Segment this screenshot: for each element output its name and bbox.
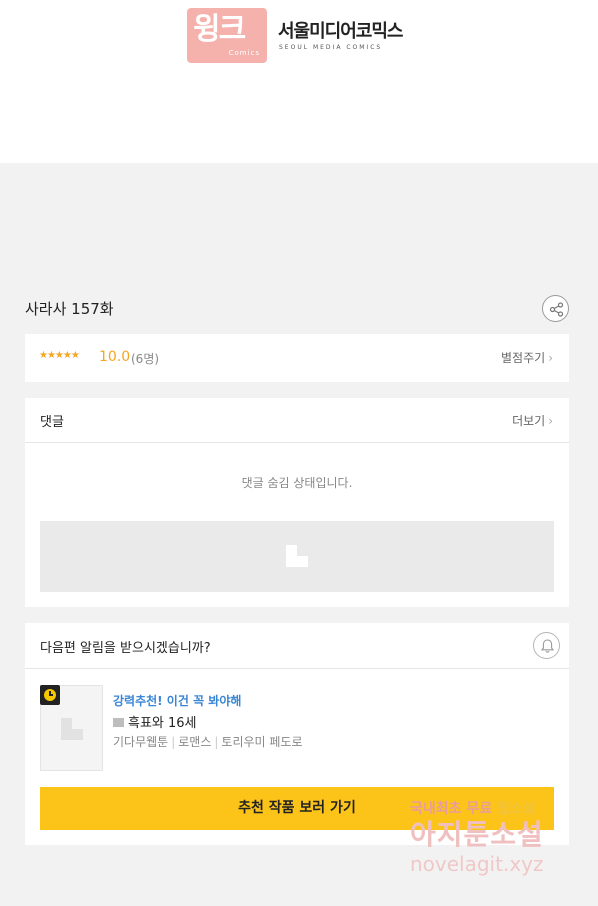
comment-placeholder <box>40 521 554 592</box>
comments-hidden-message: 댓글 숨김 상태입니다. <box>241 476 353 490</box>
notification-header: 다음편 알림을 받으시겠습니까? <box>25 623 569 669</box>
watermark-line1: 국내최초 무료 웹소설 <box>410 798 590 818</box>
rating-score: 10.0 <box>99 349 131 365</box>
wink-comics-logo: 윙크 Comics <box>187 8 267 63</box>
meta-author: 토리우미 페도로 <box>221 735 303 749</box>
watermark-line2: 아지툰소설 <box>410 818 544 851</box>
site-watermark: 국내최초 무료 웹소설 아지툰소설 novelagit.xyz <box>410 798 590 876</box>
comments-more-button[interactable]: 더보기 › <box>512 412 553 429</box>
recommended-work-meta: 기다무웹툰 | 로맨스 | 토리우미 페도로 <box>113 735 303 749</box>
comments-card: 댓글 더보기 › 댓글 숨김 상태입니다. <box>25 398 569 607</box>
seoul-media-comics-logo: 서울미디어코믹스 SEOUL MEDIA COMICS <box>278 20 423 51</box>
rate-button-label: 별점주기 <box>501 351 546 365</box>
watermark-line1b: 웹소설 <box>497 801 536 817</box>
publisher-logo-sub: SEOUL MEDIA COMICS <box>279 44 383 51</box>
notification-bell-button[interactable] <box>533 632 560 659</box>
image-placeholder-icon <box>61 718 83 740</box>
comments-more-label: 더보기 <box>512 414 546 428</box>
recommendation-tagline: 강력추천! 이건 꼭 봐야해 <box>113 694 242 708</box>
chevron-right-icon: › <box>548 351 553 365</box>
header-banner: 윙크 Comics 서울미디어코믹스 SEOUL MEDIA COMICS <box>0 0 598 163</box>
share-icon <box>549 302 564 317</box>
bell-icon <box>540 639 555 653</box>
recommended-work-title-row[interactable]: 흑표와 16세 <box>113 712 197 731</box>
wink-logo-sub: Comics <box>228 49 260 57</box>
rate-button[interactable]: 별점주기 › <box>501 349 553 366</box>
image-placeholder-icon <box>286 545 308 567</box>
wink-logo-text: 윙크 <box>193 12 246 47</box>
rating-stars: ★★★★★ <box>39 350 80 361</box>
rating-count: (6명) <box>131 352 160 366</box>
meta-genre: 로맨스 <box>178 735 212 749</box>
publisher-logo-text: 서울미디어코믹스 <box>278 21 403 42</box>
recommended-work-title: 흑표와 16세 <box>128 716 197 731</box>
share-button[interactable] <box>542 295 569 322</box>
watermark-line1a: 국내최초 무료 <box>410 801 498 817</box>
chevron-right-icon: › <box>548 414 553 428</box>
age-badge-icon <box>113 718 124 727</box>
watermark-line3: novelagit.xyz <box>410 852 544 876</box>
episode-title: 사라사 157화 <box>25 300 114 318</box>
notification-question: 다음편 알림을 받으시겠습니까? <box>40 641 211 656</box>
rating-card: ★★★★★ 10.0 (6명) 별점주기 › <box>25 334 569 382</box>
clock-icon <box>40 685 60 705</box>
comments-header: 댓글 더보기 › <box>25 398 569 443</box>
comments-title: 댓글 <box>40 415 64 430</box>
meta-service: 기다무웹툰 <box>113 735 169 749</box>
